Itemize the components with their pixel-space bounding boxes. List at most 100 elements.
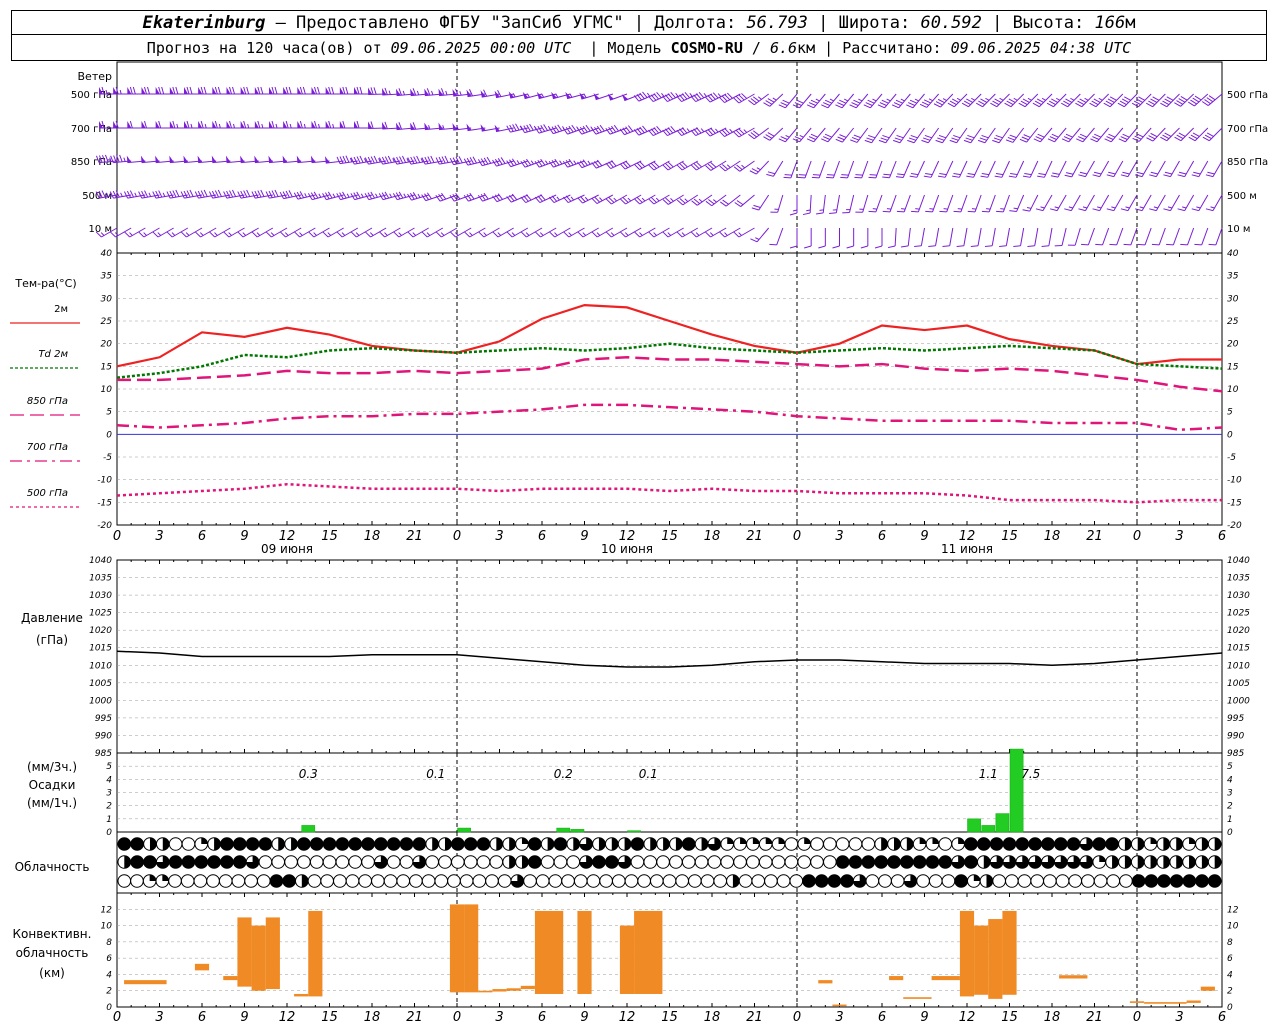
cloud-symbol-circle — [707, 855, 722, 869]
wind-barb-feather — [534, 231, 541, 238]
cloud-cover-symbol — [231, 874, 246, 888]
wind-barb-staff — [935, 227, 940, 246]
wind-barb-feather — [520, 231, 527, 238]
precip-bar — [570, 829, 585, 833]
wind-barb-feather — [166, 191, 171, 199]
wind-barb-half-feather — [289, 123, 292, 129]
hour-tick-label: 21 — [406, 1010, 423, 1024]
wind-barb-feather — [835, 104, 843, 109]
cloud-symbol-overcast — [245, 837, 260, 851]
temp-tick-label-left: -10 — [97, 476, 112, 486]
wind-barb-feather — [935, 101, 943, 106]
hour-tick-label: 3 — [155, 529, 163, 544]
wind-barb-feather — [1150, 132, 1158, 138]
cloud-symbol-overcast — [1182, 874, 1197, 888]
cloud-symbol-overcast — [912, 855, 927, 869]
hour-tick-label: 3 — [835, 529, 843, 544]
wind-barb-half-feather — [815, 98, 820, 102]
wind-barb-staff — [1005, 227, 1010, 246]
wind-barb-feather — [1006, 100, 1014, 106]
cloud-symbol-circle — [599, 874, 613, 888]
wind-barb-half-feather — [544, 160, 549, 165]
cloud-cover-symbol — [650, 874, 664, 888]
cloud-cover-symbol — [168, 837, 183, 851]
wind-barb-feather — [1093, 171, 1102, 175]
wind-barb-half-feather — [700, 128, 705, 133]
wind-barb-feather — [1109, 96, 1117, 101]
wind-barb-feather — [750, 238, 758, 243]
pressure-tick-label-right: 995 — [1227, 714, 1244, 724]
cloud-cover-symbol — [643, 837, 658, 851]
conv-cloud-bar — [634, 910, 663, 994]
wind-barb-half-feather — [1054, 206, 1059, 209]
conv-cloud-bar — [1200, 986, 1215, 991]
hour-tick-label: 18 — [1044, 529, 1061, 544]
precip-tick-label-right: 2 — [1227, 802, 1233, 812]
cloud-cover-symbol — [284, 837, 298, 851]
wind-barb-feather — [339, 156, 344, 164]
wind-barb-feather — [947, 102, 955, 108]
cloud-cover-symbol — [637, 874, 651, 888]
conv-cloud-bar — [1002, 910, 1017, 995]
wind-barb-feather — [965, 137, 973, 141]
cloud-cover-symbol — [861, 837, 876, 851]
wind-barb-feather — [829, 212, 837, 214]
conv-cloud-bar — [449, 904, 465, 993]
wind-barb-feather — [1009, 134, 1017, 139]
conv-cloud-bar — [577, 910, 592, 994]
wind-barb-feather — [995, 172, 1004, 176]
wind-barb-feather — [511, 158, 517, 166]
temp-tick-label-left: 0 — [106, 430, 112, 440]
cloud-cover-symbol — [256, 874, 271, 888]
conv-tick-label-left: 2 — [106, 987, 112, 997]
cloud-symbol-overcast — [220, 837, 234, 851]
cloud-symbol-quarter — [201, 837, 208, 844]
pressure-unit: (гПа) — [36, 633, 68, 647]
wind-barb-half-feather — [218, 123, 221, 129]
cloud-symbol-circle — [566, 855, 581, 869]
cloud-symbol-half — [432, 837, 439, 851]
cloud-symbol-quarter — [932, 837, 939, 844]
cloud-symbol-quarter — [1099, 855, 1106, 862]
cloud-symbol-circle — [751, 874, 766, 888]
wind-barb-feather — [169, 190, 174, 198]
pressure-tick-label-right: 1035 — [1227, 574, 1250, 584]
cloud-cover-symbol — [852, 874, 867, 888]
hour-tick-label: 18 — [704, 1010, 721, 1024]
wind-barb-feather — [124, 231, 131, 238]
cloud-cover-symbol — [371, 874, 385, 888]
wind-barb-feather — [868, 176, 876, 179]
cloud-cover-symbol — [1079, 855, 1094, 869]
wind-barb-feather — [850, 139, 858, 143]
wind-barb-half-feather — [242, 232, 247, 236]
conv-cloud-bar — [818, 980, 833, 984]
cloud-symbol-circle — [383, 874, 398, 888]
cloud-symbol-half — [732, 874, 740, 888]
cloud-cover-symbol — [976, 837, 991, 851]
cloud-cover-symbol — [840, 874, 854, 888]
wind-barb-feather — [478, 231, 485, 238]
cloud-cover-symbol — [1092, 855, 1107, 869]
wind-barb-feather — [783, 176, 791, 179]
wind-barb-feather — [963, 139, 972, 144]
wind-barb-feather — [274, 189, 279, 197]
cloud-symbol-half — [445, 837, 452, 851]
cloud-symbol-circle — [776, 874, 791, 888]
wind-barb-feather — [1190, 99, 1197, 105]
temp-tick-label-right: 15 — [1227, 362, 1239, 372]
cloud-cover-symbol — [771, 837, 786, 851]
wind-barb-feather — [260, 86, 264, 95]
cloud-symbol-overcast — [322, 837, 337, 851]
wind-barb-half-feather — [303, 123, 306, 129]
cloud-symbol-quarter — [958, 837, 965, 844]
cloud-symbol-half — [124, 855, 131, 869]
cloud-symbol-overcast — [802, 874, 816, 888]
cloud-symbol-circle — [497, 874, 512, 888]
wind-barb-feather — [853, 99, 861, 104]
hour-tick-label: 15 — [1001, 1010, 1018, 1024]
cloud-cover-symbol — [878, 874, 892, 888]
wind-barb-feather — [810, 99, 818, 104]
cloud-cover-symbol — [333, 874, 347, 888]
cloud-cover-symbol — [485, 874, 499, 888]
wind-barb-half-feather — [511, 232, 516, 236]
